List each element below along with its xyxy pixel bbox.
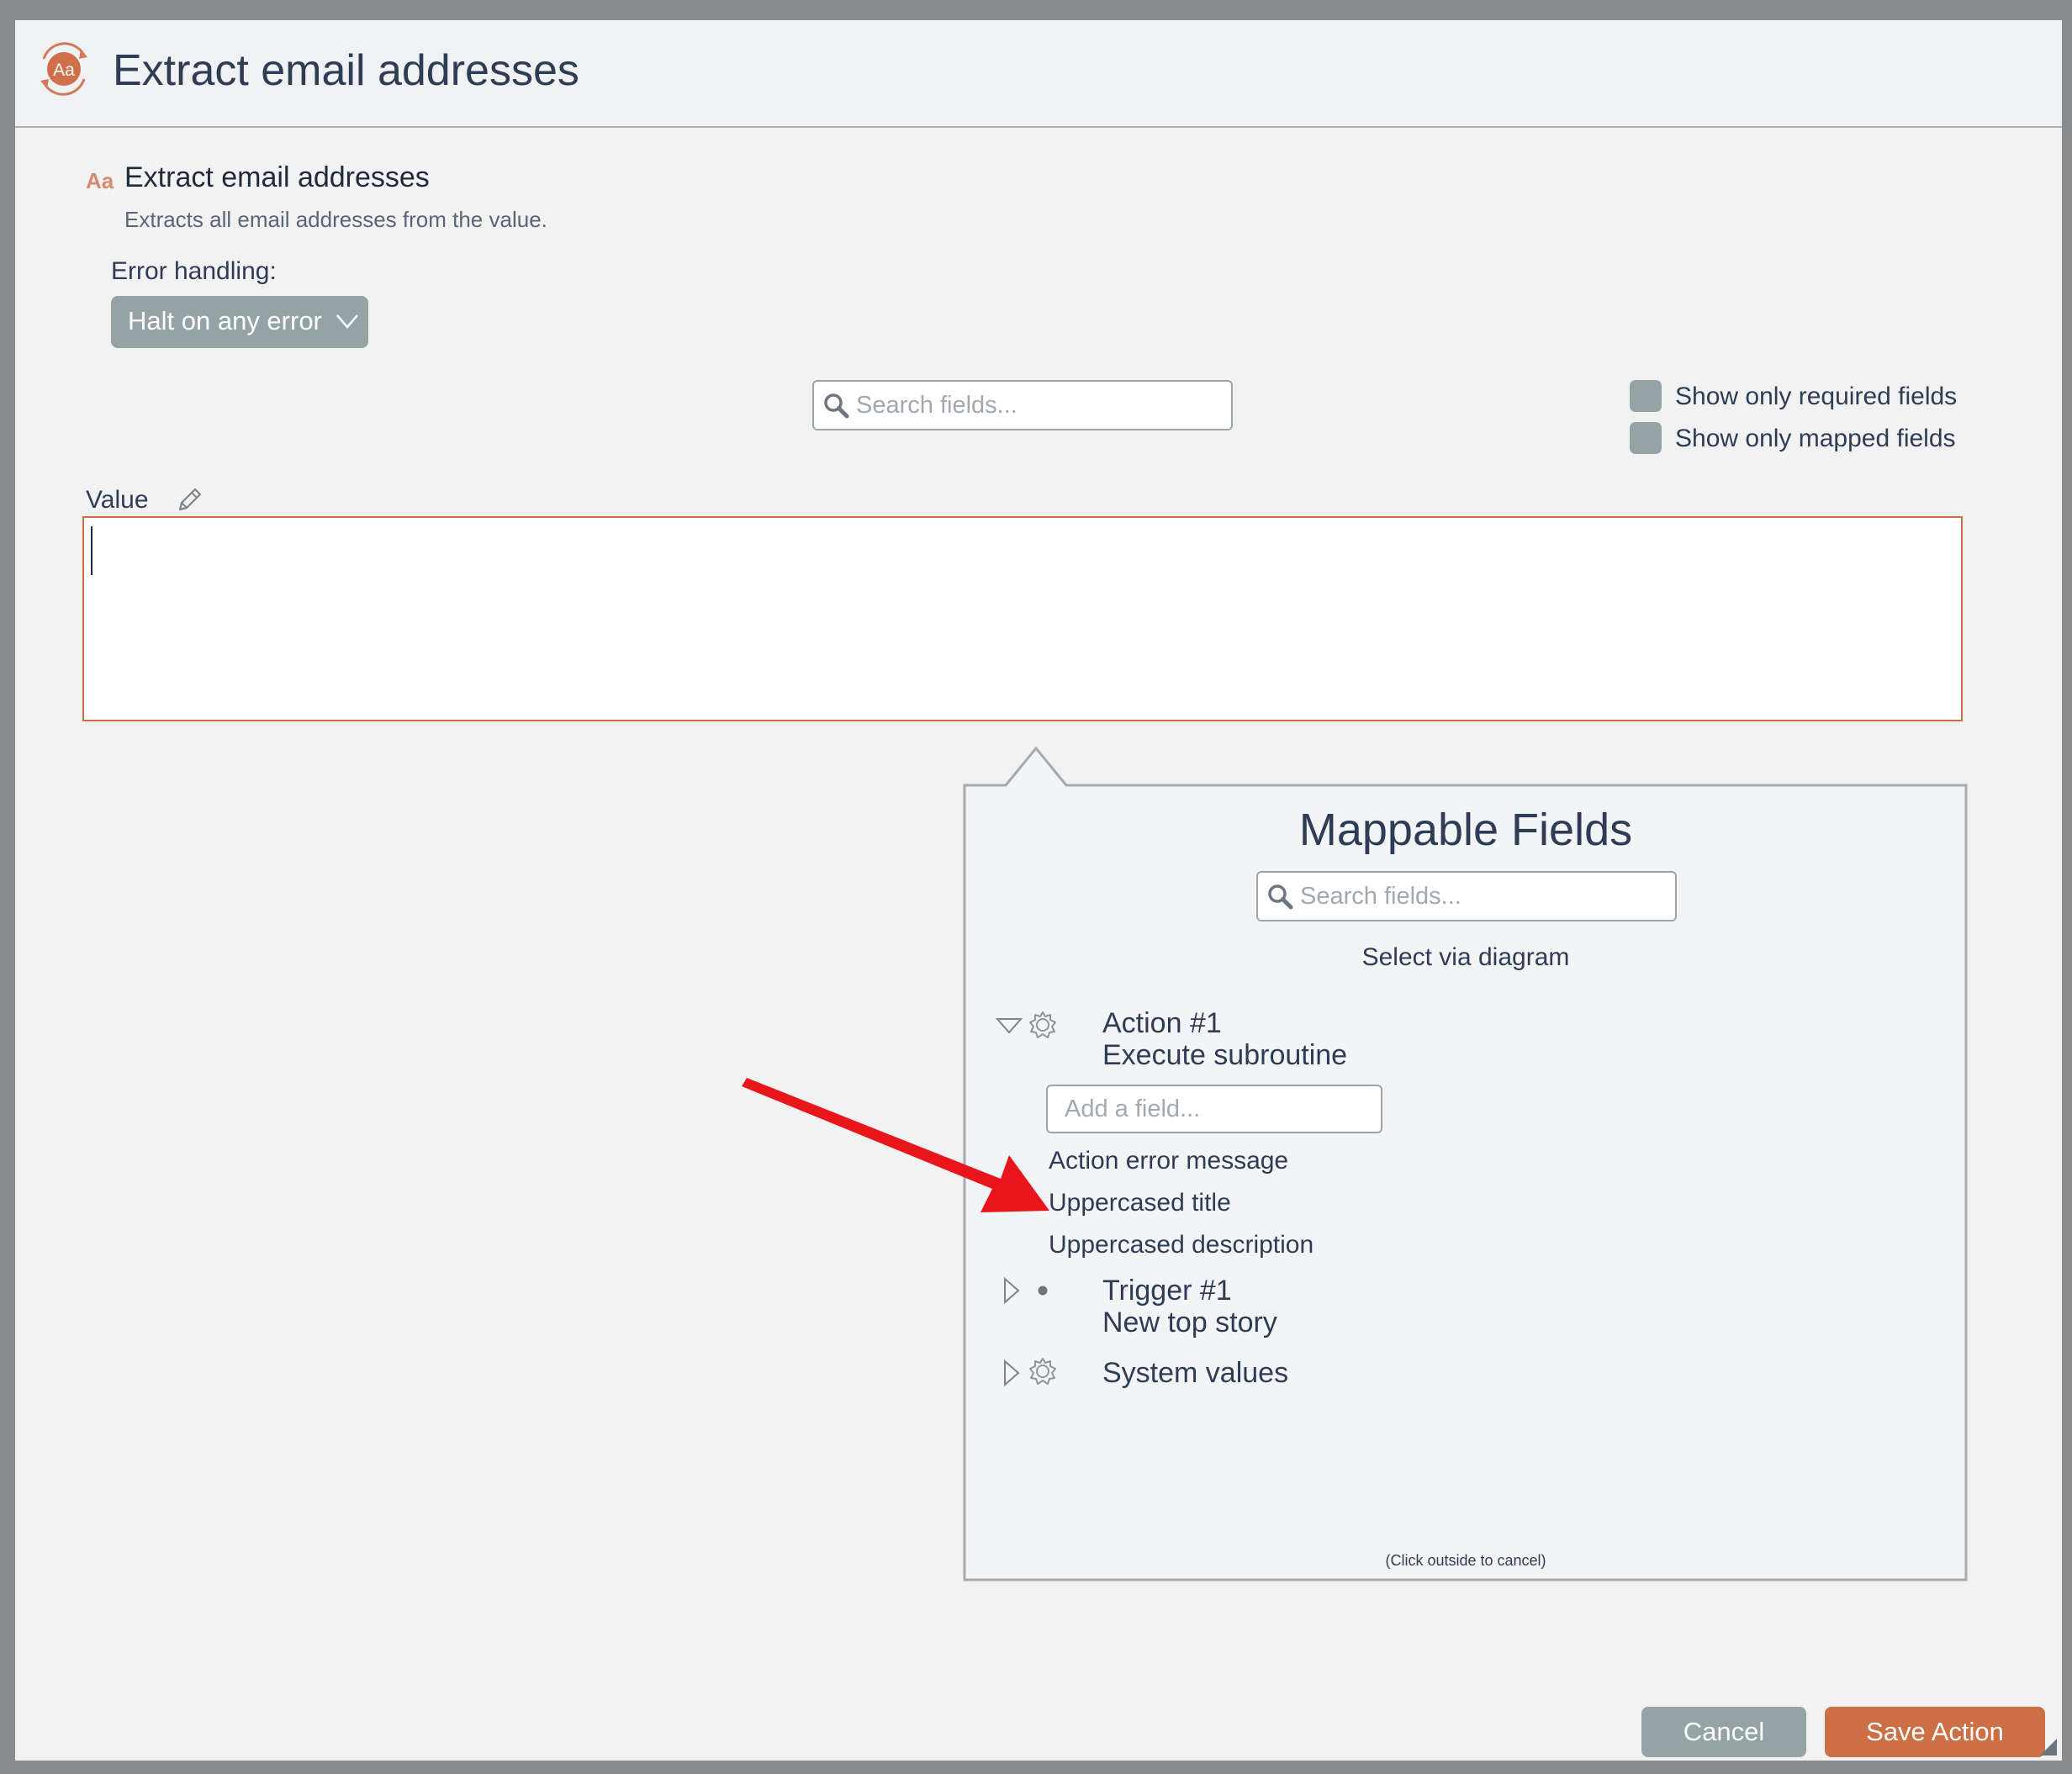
error-handling-value: Halt on any error (128, 306, 322, 335)
pencil-icon[interactable] (175, 486, 204, 515)
action-title: Extract email addresses (124, 161, 430, 193)
required-fields-checkbox[interactable] (1630, 380, 1662, 412)
text-caret (91, 526, 92, 575)
click-outside-hint: (Click outside to cancel) (1385, 1552, 1546, 1569)
group-subtitle-trigger-1: New top story (1102, 1307, 1277, 1338)
text-action-icon: Aa (86, 168, 114, 193)
gear-icon (1029, 1011, 1056, 1038)
search-input[interactable]: Search fields... (812, 380, 1233, 430)
app-icon-text: Aa (53, 61, 75, 80)
group-title-action-1[interactable]: Action #1 (1102, 1007, 1222, 1040)
add-field-input[interactable]: Add a field... (1046, 1085, 1382, 1133)
extract-action-icon: Aa (40, 42, 87, 96)
value-textarea[interactable] (82, 516, 1963, 721)
mappable-fields-panel: Mappable Fields Search fields... Select … (966, 767, 1965, 1569)
field-uppercased-title[interactable]: Uppercased title (1049, 1189, 1231, 1217)
resize-grip-icon[interactable] (2038, 1737, 2059, 1757)
mappable-search-input[interactable]: Search fields... (1256, 871, 1677, 921)
group-title-trigger-1[interactable]: Trigger #1 (1102, 1275, 1232, 1307)
required-fields-label[interactable]: Show only required fields (1675, 383, 1957, 411)
error-handling-label: Error handling: (111, 257, 277, 285)
chevron-down-icon (336, 314, 358, 329)
save-action-button[interactable]: Save Action (1825, 1707, 2045, 1757)
select-via-diagram-link[interactable]: Select via diagram (966, 943, 1965, 972)
mappable-fields-title: Mappable Fields (1298, 805, 1633, 855)
group-subtitle-action-1: Execute subroutine (1102, 1039, 1348, 1071)
expand-triangle-icon[interactable] (1000, 1276, 1028, 1305)
search-icon (1268, 884, 1293, 910)
error-handling-select[interactable]: Halt on any error (111, 296, 368, 348)
modal-header: Aa Extract email addresses (15, 20, 2062, 128)
mapped-fields-label[interactable]: Show only mapped fields (1675, 425, 1956, 453)
field-action-error-message[interactable]: Action error message (1049, 1147, 1288, 1175)
add-field-placeholder: Add a field... (1065, 1096, 1201, 1122)
mapped-fields-checkbox[interactable] (1630, 422, 1662, 454)
cancel-button[interactable]: Cancel (1641, 1707, 1806, 1757)
dot-icon (1038, 1286, 1048, 1296)
red-annotation-arrow (742, 1078, 1049, 1212)
value-label: Value (86, 486, 149, 514)
search-placeholder: Search fields... (856, 392, 1018, 419)
expand-triangle-icon[interactable] (1000, 1359, 1028, 1387)
group-title-system-values[interactable]: System values (1102, 1357, 1288, 1390)
gear-icon (1029, 1358, 1056, 1385)
modal-window: Aa Extract email addresses Aa Extract em… (15, 20, 2062, 1761)
mappable-search-placeholder: Search fields... (1300, 883, 1462, 910)
action-description: Extracts all email addresses from the va… (124, 207, 547, 232)
modal-title: Extract email addresses (113, 46, 579, 95)
search-icon (824, 393, 849, 419)
field-uppercased-description[interactable]: Uppercased description (1049, 1231, 1314, 1259)
collapse-triangle-icon[interactable] (995, 1012, 1023, 1041)
